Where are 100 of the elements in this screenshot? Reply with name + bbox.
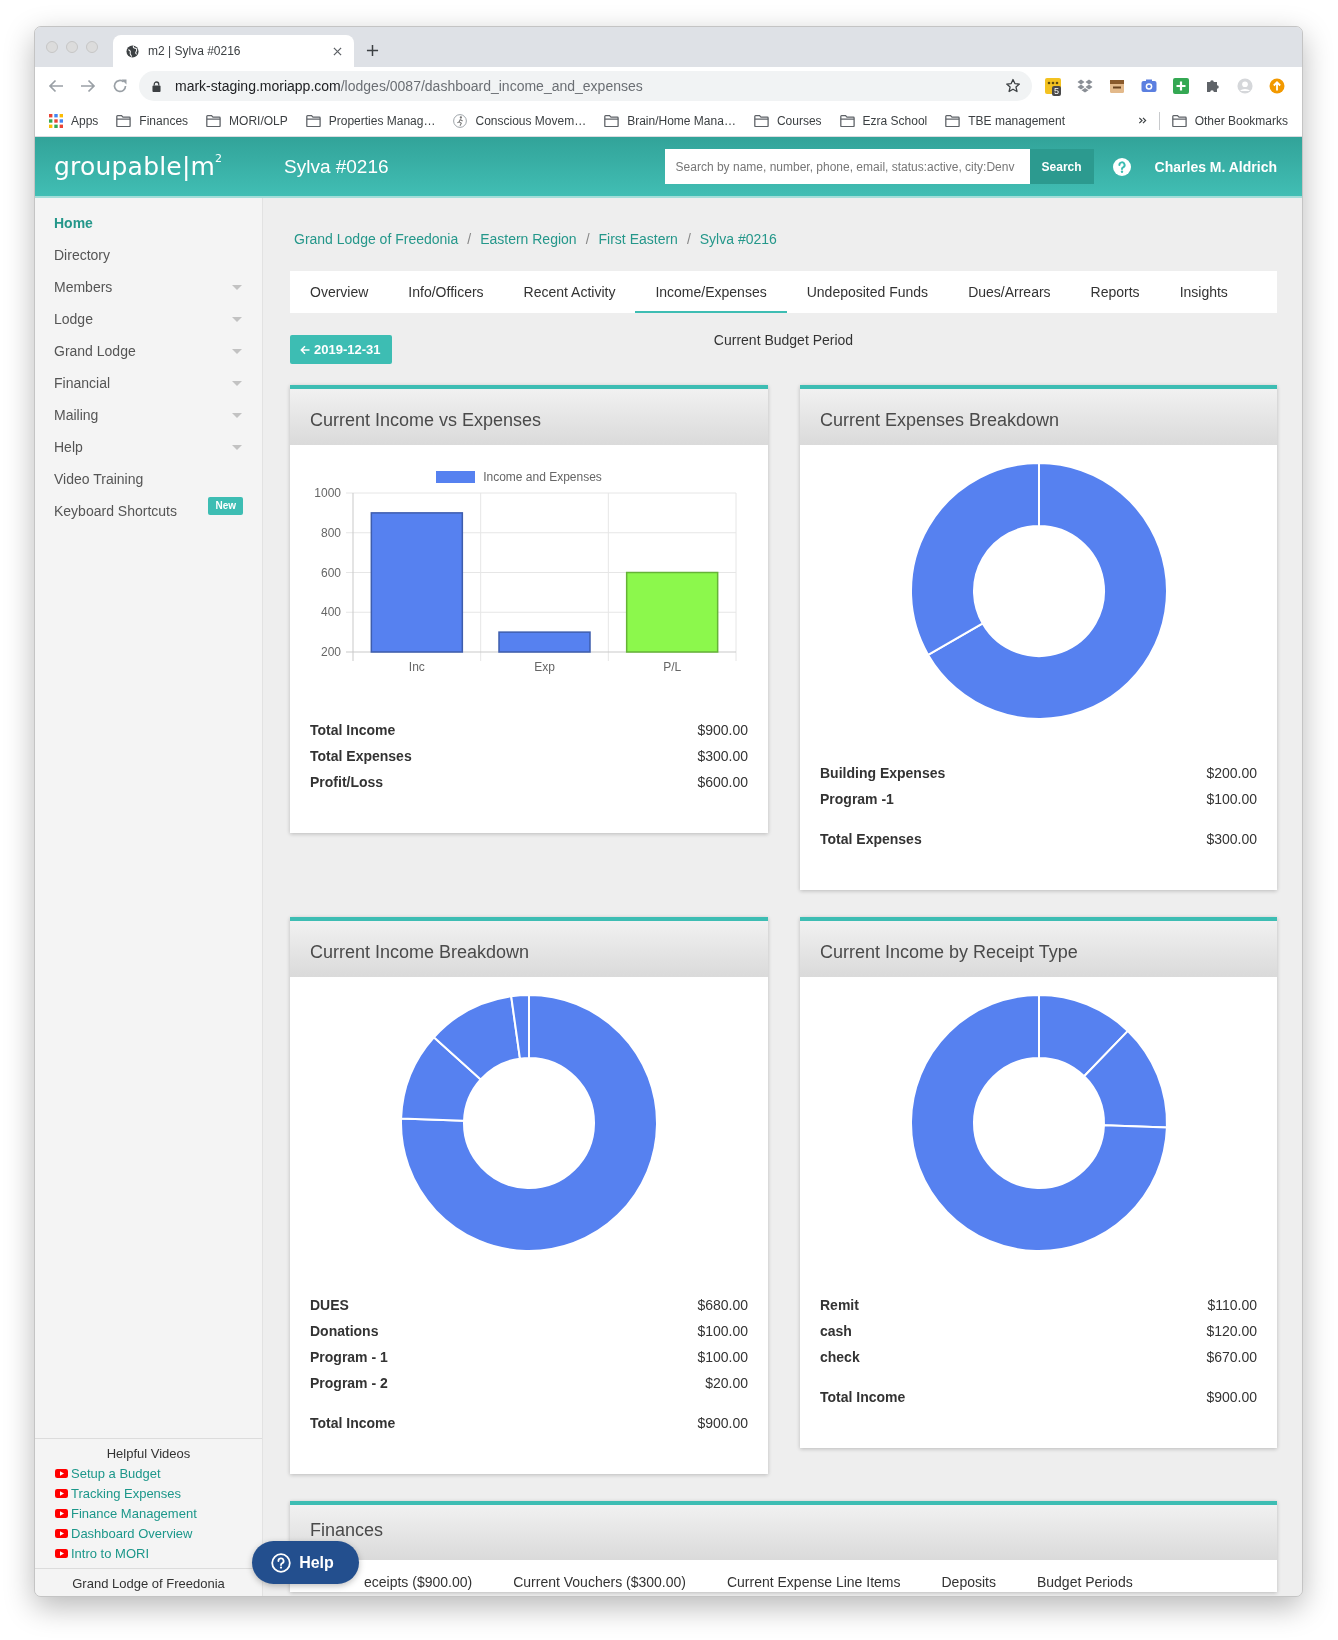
apps-grid-icon — [49, 113, 63, 128]
sidebar-item[interactable]: Members — [54, 271, 243, 303]
total-label: Total Income — [310, 1414, 396, 1433]
double-chevron-icon[interactable] — [1137, 116, 1147, 125]
dropbox-icon[interactable] — [1077, 78, 1093, 94]
total-value: $300.00 — [1206, 830, 1257, 849]
row-label: Remit — [820, 1296, 859, 1315]
sidebar-item[interactable]: Financial — [54, 367, 243, 399]
axis-tick-label: 200 — [320, 645, 341, 659]
star-icon[interactable] — [1005, 78, 1021, 94]
bookmark[interactable]: Brain/Home Mana… — [604, 113, 736, 128]
folder-icon — [206, 114, 222, 127]
row-label: Total Expenses — [310, 747, 412, 766]
play-icon — [55, 1548, 68, 1558]
row-value: $200.00 — [1206, 764, 1257, 783]
plus-icon[interactable] — [366, 44, 379, 57]
tab[interactable]: Recent Activity — [503, 271, 636, 313]
finance-tab[interactable]: Deposits — [921, 1572, 1017, 1592]
row-label: cash — [820, 1322, 852, 1341]
sidebar-item[interactable]: Directory — [54, 239, 243, 271]
period-label: Current Budget Period — [713, 331, 854, 349]
card-title: Current Income Breakdown — [310, 941, 530, 963]
bookmark[interactable]: Ezra School — [839, 113, 928, 128]
row-label: Program - 2 — [310, 1374, 388, 1393]
finance-tab[interactable]: eceipts ($900.00) — [362, 1572, 494, 1592]
total-value: $900.00 — [697, 1414, 748, 1433]
sidebar-item[interactable]: Keyboard Shortcuts — [54, 495, 209, 527]
row-label: Program - 1 — [310, 1348, 388, 1367]
camera-icon[interactable] — [1141, 78, 1157, 94]
tab[interactable]: Dues/Arrears — [948, 271, 1071, 313]
row-value: $20.00 — [705, 1374, 748, 1393]
folder-icon — [604, 114, 620, 127]
breadcrumb-separator: / — [467, 231, 472, 247]
row-value: $100.00 — [1206, 790, 1257, 809]
folder-icon — [753, 114, 769, 127]
back-icon[interactable] — [48, 78, 64, 94]
browser-tab[interactable]: m2 | Sylva #0216 — [113, 35, 354, 67]
lock-icon — [152, 80, 161, 92]
axis-category-label: Exp — [534, 660, 555, 674]
card-title: Current Income by Receipt Type — [820, 941, 1078, 963]
new-badge: New — [208, 497, 243, 515]
plus-square-icon[interactable] — [1173, 78, 1189, 94]
row-label: DUES — [310, 1296, 349, 1315]
play-icon — [55, 1508, 68, 1518]
breadcrumb-separator: / — [585, 231, 590, 247]
tab[interactable]: Overview — [290, 271, 389, 313]
axis-category-label: Inc — [408, 660, 425, 674]
finance-tab[interactable]: Current Expense Line Items — [706, 1572, 922, 1592]
bookmark[interactable]: Courses — [753, 113, 822, 128]
legend-label: Income and Expenses — [483, 470, 602, 484]
address-bar[interactable]: mark-staging.moriapp.com/lodges/0087/dashboard_income_and_expenses — [139, 71, 1032, 101]
help-icon[interactable] — [1112, 157, 1131, 176]
help-button[interactable]: Help — [252, 1541, 359, 1584]
sidebar-item[interactable]: Help — [54, 431, 243, 463]
bookmark[interactable]: TBE management — [945, 113, 1065, 128]
row-value: $110.00 — [1207, 1296, 1257, 1315]
site-icon — [453, 113, 468, 128]
total-value: $900.00 — [1206, 1388, 1257, 1407]
tab[interactable]: Insights — [1159, 271, 1248, 313]
close-icon[interactable] — [333, 46, 342, 56]
row-value: $300.00 — [697, 747, 748, 766]
bookmark[interactable]: MORI/OLP — [206, 113, 288, 128]
sidebar-item[interactable]: Video Training — [54, 463, 243, 495]
bookmark[interactable]: Properties Manag… — [305, 113, 436, 128]
search-field[interactable]: Search by name, number, phone, email, status:active, city:Denv — [664, 149, 1030, 184]
play-icon — [55, 1488, 68, 1498]
row-label: Donations — [310, 1322, 379, 1341]
finance-tab[interactable]: Current Vouchers ($300.00) — [493, 1572, 707, 1592]
sidebar-item[interactable]: Lodge — [54, 303, 243, 335]
arrow-up-circle-icon[interactable] — [1269, 78, 1285, 94]
bookmark[interactable]: Apps — [49, 113, 99, 128]
axis-tick-label: 400 — [320, 605, 341, 620]
folder-icon — [305, 114, 321, 127]
sidebar-item[interactable]: Grand Lodge — [54, 335, 243, 367]
legend-swatch-icon — [436, 471, 476, 483]
row-value: $100.00 — [697, 1322, 748, 1341]
row-value: $120.00 — [1206, 1322, 1257, 1341]
forward-icon[interactable] — [80, 78, 96, 94]
folder-icon — [945, 114, 961, 127]
row-value: $100.00 — [697, 1348, 748, 1367]
package-icon[interactable] — [1109, 78, 1125, 94]
tab[interactable]: Income/Expenses — [635, 271, 787, 313]
tab[interactable]: Reports — [1070, 271, 1160, 313]
tab[interactable]: Undeposited Funds — [786, 271, 949, 313]
puzzle-icon[interactable] — [1205, 78, 1221, 94]
globe-icon — [126, 44, 139, 58]
axis-tick-label: 800 — [320, 525, 341, 540]
total-label: Total Expenses — [820, 830, 922, 849]
sidebar-item[interactable]: Mailing — [54, 399, 243, 431]
reload-icon[interactable] — [112, 78, 128, 94]
folder-icon — [1171, 114, 1187, 127]
organization-name: Grand Lodge of Freedonia — [72, 1575, 225, 1593]
bookmark[interactable]: Finances — [116, 113, 189, 128]
tab[interactable]: Info/Officers — [388, 271, 504, 313]
card-title: Current Income vs Expenses — [310, 409, 542, 431]
play-icon — [55, 1528, 68, 1538]
bookmark[interactable]: Conscious Movem… — [453, 113, 587, 128]
question-circle-icon — [271, 1552, 292, 1573]
finance-tab[interactable]: Budget Periods — [1016, 1572, 1154, 1592]
bookmark[interactable]: Other Bookmarks — [1171, 113, 1288, 128]
